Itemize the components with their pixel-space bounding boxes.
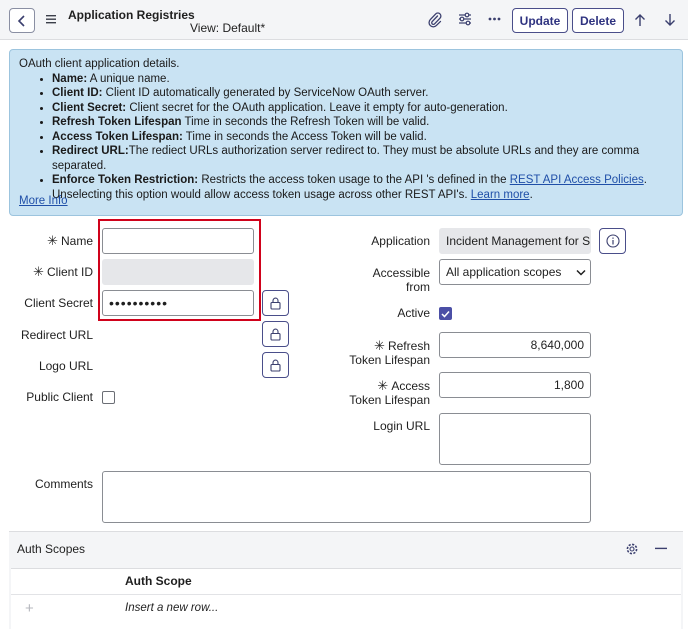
arrow-down-icon[interactable] — [664, 13, 676, 27]
auth-scope-column-header[interactable]: Auth Scope — [125, 574, 192, 588]
lock-icon — [270, 328, 281, 341]
info-term: Client ID: — [52, 87, 103, 99]
info-punct: . — [529, 188, 533, 201]
sliders-icon[interactable] — [458, 12, 472, 26]
insert-row[interactable]: + Insert a new row... — [11, 594, 681, 624]
menu-icon[interactable] — [45, 13, 57, 25]
arrow-up-icon[interactable] — [634, 13, 646, 27]
login-url-label: Login URL — [373, 419, 430, 433]
client-secret-lock-button[interactable] — [262, 290, 289, 316]
accessible-from-value: All application scopes — [446, 265, 562, 279]
chevron-left-icon — [17, 14, 25, 27]
more-icon[interactable] — [488, 17, 501, 21]
auth-scopes-title: Auth Scopes — [17, 542, 86, 556]
accessible-from-select[interactable]: All application scopes — [439, 259, 591, 285]
info-desc: Unselecting this option would allow acce… — [52, 188, 471, 201]
chevron-down-icon — [576, 269, 586, 276]
delete-button[interactable]: Delete — [572, 8, 624, 33]
gear-icon[interactable] — [625, 542, 639, 556]
access-label-line1: Access — [391, 379, 430, 393]
page-title: Application Registries — [68, 8, 195, 22]
info-message: OAuth client application details. Name: … — [9, 49, 683, 216]
insert-row-text[interactable]: Insert a new row... — [125, 602, 218, 614]
client-id-label: ✳ Client ID — [20, 264, 93, 280]
info-punct: . — [643, 174, 647, 186]
refresh-token-lifespan-label: ✳ Refresh Token Lifespan — [330, 338, 430, 368]
access-label-line2: Token Lifespan — [349, 393, 430, 407]
client-id-label-text: Client ID — [46, 265, 93, 279]
application-field: Incident Management for Se — [439, 228, 591, 254]
name-label-text: Name — [60, 234, 93, 248]
info-term: Refresh Token Lifespan — [52, 116, 182, 128]
info-term: Name: — [52, 72, 88, 85]
client-secret-label: Client Secret — [24, 296, 93, 310]
name-label: ✳ Name — [20, 233, 93, 249]
info-item: Enforce Token Restriction: Restricts the… — [52, 173, 673, 202]
info-term: Enforce Token Restriction: — [52, 174, 199, 186]
required-marker: ✳ — [33, 264, 44, 279]
update-button[interactable]: Update — [512, 8, 568, 33]
info-desc: Time in seconds the Refresh Token will b… — [181, 116, 430, 128]
info-intro: OAuth client application details. — [19, 58, 180, 70]
info-term: Access Token Lifespan: — [52, 130, 183, 143]
access-token-lifespan-input[interactable]: 1,800 — [439, 372, 591, 398]
application-label: Application — [371, 234, 430, 248]
access-token-lifespan-label: ✳ Access Token Lifespan — [330, 378, 430, 408]
back-button[interactable] — [9, 8, 35, 33]
info-desc: Client ID automatically generated by Ser… — [102, 87, 429, 99]
info-icon — [605, 234, 620, 248]
lock-icon — [270, 297, 281, 310]
application-info-button[interactable] — [599, 228, 626, 254]
info-desc: Time in seconds the Access Token will be… — [182, 130, 427, 143]
minus-icon[interactable] — [655, 547, 667, 550]
highlight-box — [98, 219, 261, 321]
redirect-url-lock-button[interactable] — [262, 321, 289, 347]
logo-url-label: Logo URL — [38, 359, 93, 373]
active-label: Active — [397, 306, 430, 320]
refresh-token-lifespan-input[interactable]: 8,640,000 — [439, 332, 591, 358]
required-marker: ✳ — [47, 233, 58, 248]
checkmark-icon — [441, 310, 450, 318]
auth-scopes-table: Auth Scope + Insert a new row... — [11, 568, 681, 630]
form-header: Application Registries View: Default* Up… — [0, 0, 688, 40]
required-marker: ✳ — [377, 378, 389, 393]
accessible-from-label: Accessible from — [330, 266, 430, 294]
info-item: Client Secret: Client secret for the OAu… — [52, 101, 673, 116]
comments-textarea[interactable] — [102, 471, 591, 523]
info-item: Refresh Token Lifespan Time in seconds t… — [52, 115, 673, 130]
accessible-label-line1: Accessible — [372, 266, 430, 280]
more-info-link[interactable]: More Info — [19, 194, 68, 209]
refresh-label-line1: Refresh — [387, 339, 430, 353]
info-desc: A unique name. — [87, 72, 170, 85]
lock-icon — [270, 359, 281, 372]
redirect-url-label: Redirect URL — [20, 328, 93, 342]
required-marker: ✳ — [374, 338, 385, 353]
active-checkbox[interactable] — [439, 307, 452, 320]
info-item: Name: A unique name. — [52, 72, 673, 87]
info-item: Access Token Lifespan: Time in seconds t… — [52, 130, 673, 145]
info-desc: The rediect URLs authorization server re… — [52, 145, 640, 172]
info-term: Redirect URL: — [52, 145, 129, 157]
comments-label: Comments — [34, 477, 93, 491]
info-desc: Client secret for the OAuth application.… — [126, 101, 508, 114]
public-client-checkbox[interactable] — [102, 391, 115, 404]
accessible-label-line2: from — [406, 280, 430, 294]
info-list: Name: A unique name. Client ID: Client I… — [19, 72, 673, 203]
info-desc: Restricts the access token usage to the … — [198, 174, 510, 186]
info-item: Redirect URL:The rediect URLs authorizat… — [52, 144, 673, 173]
paperclip-icon[interactable] — [428, 12, 442, 28]
learn-more-link[interactable]: Learn more — [471, 189, 530, 201]
auth-scopes-section: Auth Scopes Auth Scope + Insert a new ro… — [9, 531, 683, 630]
public-client-label: Public Client — [26, 390, 93, 404]
refresh-label-line2: Token Lifespan — [349, 353, 430, 367]
plus-icon[interactable]: + — [25, 600, 34, 617]
info-item: Client ID: Client ID automatically gener… — [52, 86, 673, 101]
logo-url-lock-button[interactable] — [262, 352, 289, 378]
info-term: Client Secret: — [52, 101, 127, 114]
view-indicator[interactable]: View: Default* — [190, 21, 265, 35]
rest-api-policies-link[interactable]: REST API Access Policies — [510, 174, 644, 186]
login-url-textarea[interactable] — [439, 413, 591, 465]
